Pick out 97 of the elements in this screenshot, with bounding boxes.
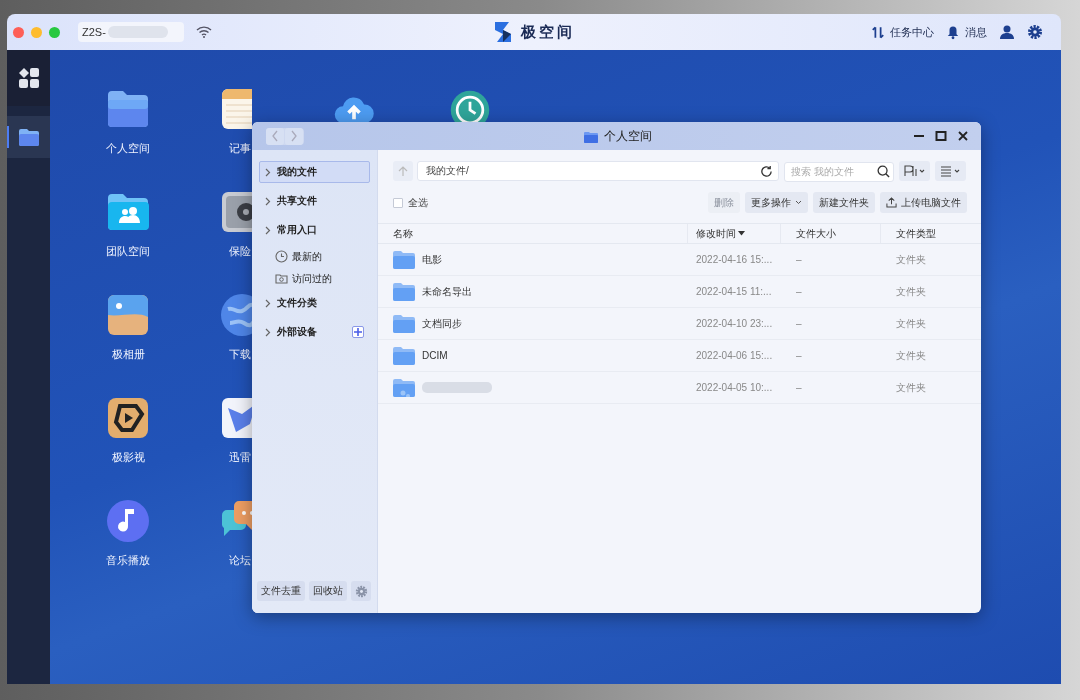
path-field[interactable]: 我的文件/ bbox=[417, 161, 779, 181]
settings-button[interactable] bbox=[1027, 24, 1043, 40]
column-header[interactable]: 文件类型 bbox=[881, 224, 981, 243]
upload-icon bbox=[886, 197, 897, 208]
folder-icon bbox=[393, 250, 415, 269]
add-button[interactable] bbox=[352, 326, 364, 338]
table-cell-text: 文件夹 bbox=[895, 316, 927, 331]
app-label: 下载 bbox=[229, 347, 251, 362]
settings-icon bbox=[1027, 24, 1043, 40]
app-label: 个人空间 bbox=[106, 141, 150, 156]
redacted-name-block bbox=[422, 382, 492, 393]
chevron-icon bbox=[265, 298, 271, 308]
user-icon bbox=[999, 24, 1015, 40]
column-header[interactable]: 文件大小 bbox=[781, 224, 881, 243]
task-center-button[interactable]: 任务中心 bbox=[871, 24, 934, 40]
chevron-icon bbox=[265, 225, 271, 235]
table-cell-text: 文件夹 bbox=[895, 348, 927, 363]
logo-icon bbox=[493, 20, 513, 44]
file-row[interactable]: DCIM 2022-04-06 15:... – 文件夹 bbox=[378, 340, 981, 372]
folder-icon bbox=[393, 282, 415, 301]
clock-icon bbox=[275, 250, 288, 263]
sidebar-item[interactable]: 文件分类 bbox=[259, 292, 370, 314]
chevron-icon bbox=[265, 167, 271, 177]
close-icon bbox=[955, 129, 970, 143]
apps-grid-icon[interactable] bbox=[17, 67, 40, 89]
table-cell-text: – bbox=[795, 382, 803, 393]
wifi-icon bbox=[196, 26, 212, 38]
select-all-checkbox[interactable]: 全选 bbox=[393, 195, 428, 210]
messages-button[interactable]: 消息 bbox=[946, 24, 987, 40]
bell-icon bbox=[946, 24, 960, 40]
app-label: 保险 bbox=[229, 244, 251, 259]
sidebar-item[interactable]: 我的文件 bbox=[259, 161, 370, 183]
music-note-icon[interactable] bbox=[104, 497, 152, 545]
settings-icon bbox=[354, 584, 368, 598]
folder-icon bbox=[393, 314, 415, 333]
sort-icon bbox=[903, 165, 926, 177]
file-name: DCIM bbox=[422, 350, 448, 361]
table-cell-text: 文件夹 bbox=[895, 284, 927, 299]
app-title: 极空间 bbox=[521, 22, 575, 42]
app-label: 极相册 bbox=[111, 347, 145, 362]
refresh-icon[interactable] bbox=[760, 164, 773, 178]
transfer-arrows-icon bbox=[871, 24, 885, 40]
window-title: 个人空间 bbox=[604, 128, 652, 145]
action-button[interactable]: 更多操作 bbox=[745, 192, 808, 213]
action-button[interactable]: 上传电脑文件 bbox=[880, 192, 967, 213]
list-view-icon bbox=[939, 165, 962, 177]
sidebar-item[interactable]: 访问过的 bbox=[259, 270, 370, 287]
table-cell-text: 文件夹 bbox=[895, 252, 927, 267]
file-row[interactable]: 未命名导出 2022-04-15 11:... – 文件夹 bbox=[378, 276, 981, 308]
folder-icon bbox=[393, 346, 415, 365]
file-row[interactable]: 2022-04-05 10:... – 文件夹 bbox=[378, 372, 981, 404]
file-name: 文档同步 bbox=[422, 316, 462, 331]
file-row[interactable]: 文档同步 2022-04-10 23:... – 文件夹 bbox=[378, 308, 981, 340]
chevron-icon bbox=[265, 327, 271, 337]
sort-button[interactable] bbox=[899, 161, 930, 181]
table-cell-text: – bbox=[795, 286, 803, 297]
globe-icon[interactable] bbox=[218, 291, 252, 339]
table-cell-text: 文件夹 bbox=[895, 380, 927, 395]
table-cell-text: – bbox=[795, 254, 803, 265]
footer-button[interactable]: 回收站 bbox=[309, 581, 347, 601]
app-label: 极影视 bbox=[111, 450, 145, 465]
chevron-right-icon bbox=[290, 130, 298, 142]
file-name: 电影 bbox=[422, 252, 442, 267]
table-cell-text: 2022-04-15 11:... bbox=[695, 286, 773, 297]
search-field[interactable]: 搜索 我的文件 bbox=[784, 161, 894, 182]
column-header[interactable]: 名称 bbox=[378, 224, 688, 243]
folder-icon[interactable] bbox=[17, 126, 40, 148]
sidebar-item[interactable]: 外部设备 bbox=[259, 321, 370, 343]
sidebar-item[interactable]: 最新的 bbox=[259, 248, 370, 265]
table-cell-text: 2022-04-16 15:... bbox=[695, 254, 774, 265]
app-label: 论坛 bbox=[229, 553, 251, 568]
sidebar-item[interactable]: 常用入口 bbox=[259, 219, 370, 241]
action-button[interactable]: 新建文件夹 bbox=[813, 192, 875, 213]
user-button[interactable] bbox=[999, 24, 1015, 40]
app-label: 音乐播放 bbox=[106, 553, 150, 568]
folder-icon bbox=[584, 130, 598, 143]
footer-button[interactable]: 文件去重 bbox=[257, 581, 305, 601]
table-cell-text: 2022-04-10 23:... bbox=[695, 318, 774, 329]
device-name-field: Z2S- bbox=[78, 22, 184, 42]
chevron-left-icon bbox=[271, 130, 279, 142]
table-cell-text: 2022-04-06 15:... bbox=[695, 350, 774, 361]
sidebar-item[interactable]: 共享文件 bbox=[259, 190, 370, 212]
search-icon bbox=[877, 165, 890, 178]
file-name: 未命名导出 bbox=[422, 284, 472, 299]
app-label: 迅雷 bbox=[229, 450, 251, 465]
file-row[interactable]: 电影 2022-04-16 15:... – 文件夹 bbox=[378, 244, 981, 276]
column-header[interactable]: 修改时间 bbox=[688, 224, 781, 243]
up-arrow-icon bbox=[398, 165, 408, 177]
table-cell-text: 2022-04-05 10:... bbox=[695, 382, 774, 393]
maximize-icon bbox=[933, 129, 948, 143]
shared-folder-icon bbox=[393, 378, 415, 397]
chevron-icon bbox=[265, 196, 271, 206]
table-cell-text: – bbox=[795, 350, 803, 361]
app-label: 团队空间 bbox=[106, 244, 150, 259]
app-label: 记事 bbox=[229, 141, 251, 156]
table-cell-text: – bbox=[795, 318, 803, 329]
folder-eye-icon bbox=[275, 272, 288, 285]
